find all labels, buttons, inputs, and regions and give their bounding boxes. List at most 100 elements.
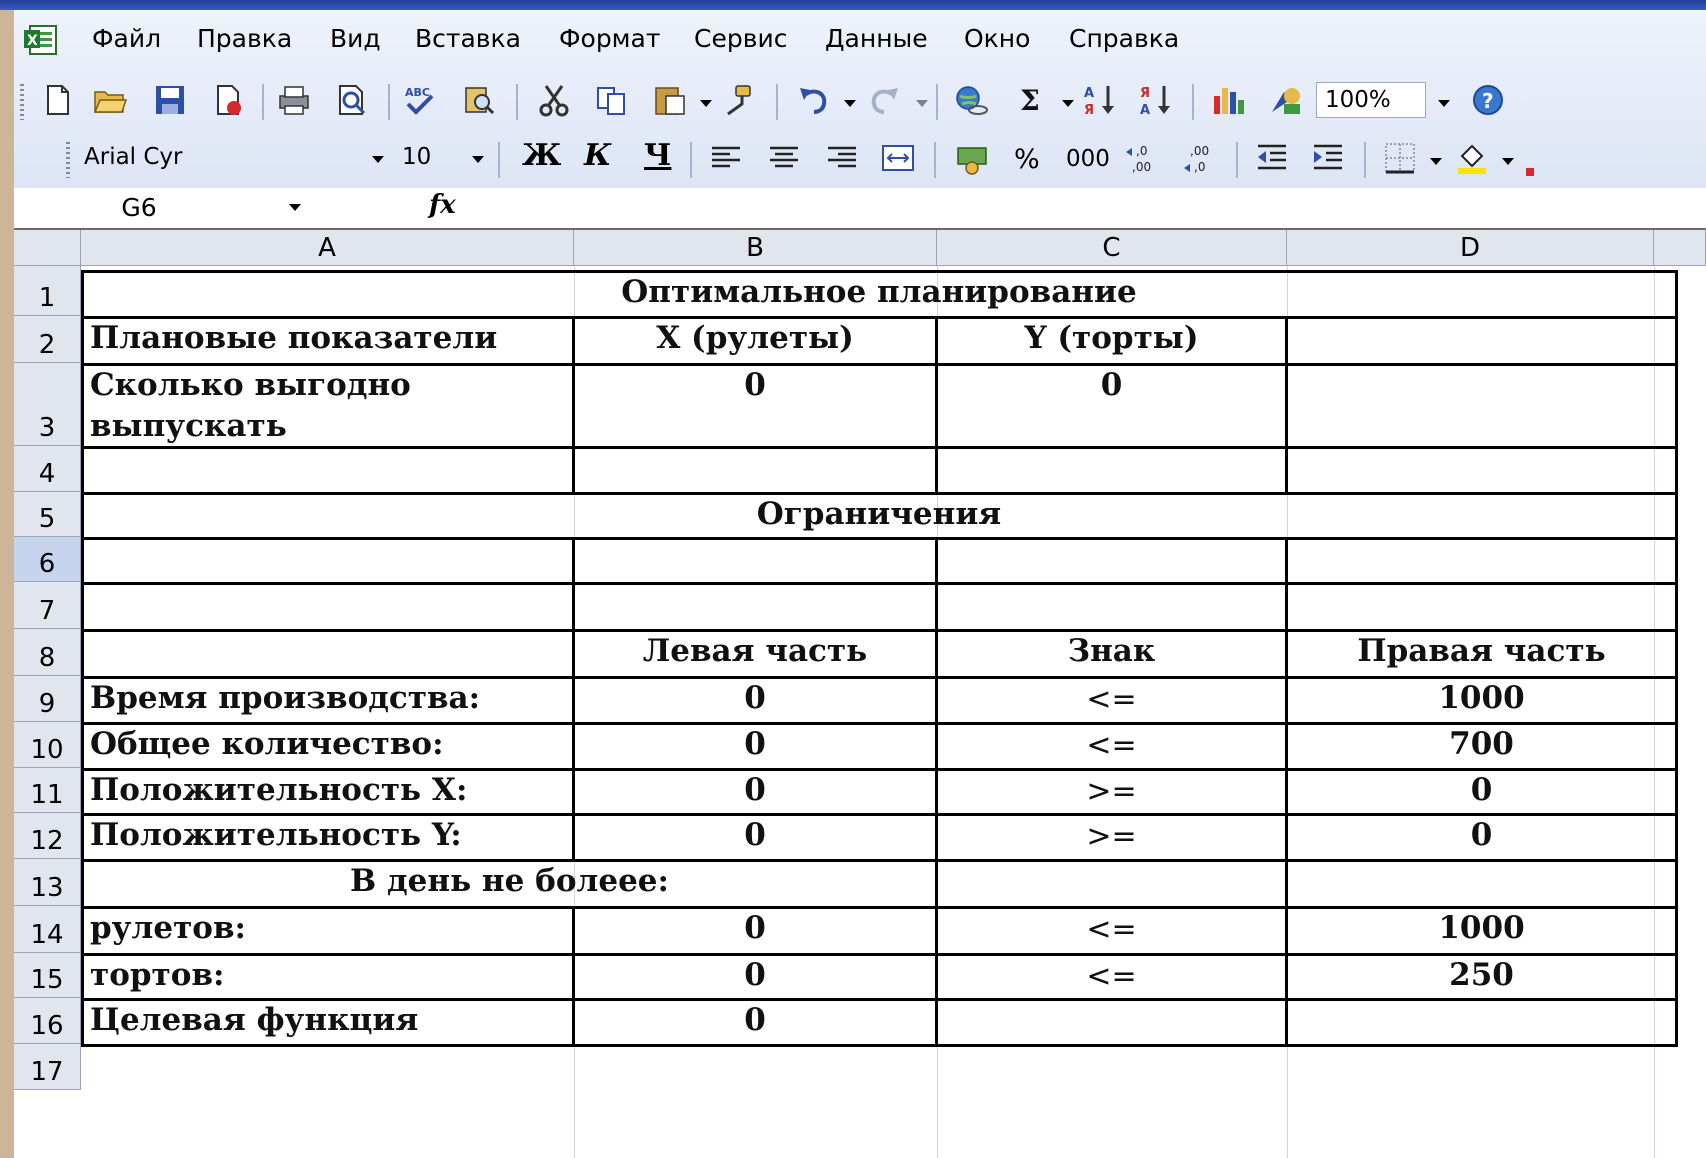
font-name-dropdown-icon[interactable] xyxy=(372,156,384,163)
cell-b2[interactable]: X (рулеты) xyxy=(575,320,935,356)
row-header-11[interactable]: 11 xyxy=(14,768,81,813)
name-box-dropdown-icon[interactable] xyxy=(289,204,301,211)
cell-a14[interactable]: рулетов: xyxy=(90,910,246,946)
cell-a11[interactable]: Положительность X: xyxy=(90,772,467,808)
cell-c3[interactable]: 0 xyxy=(938,367,1285,403)
cell-c8[interactable]: Знак xyxy=(938,633,1285,669)
font-size-dropdown-icon[interactable] xyxy=(472,156,484,163)
cell-c11[interactable]: >= xyxy=(938,774,1285,809)
fill-color-icon[interactable] xyxy=(1454,140,1490,176)
chart-wizard-icon[interactable] xyxy=(1210,82,1246,118)
align-center-icon[interactable] xyxy=(766,140,802,176)
column-header-e[interactable] xyxy=(1654,230,1706,266)
cell-a13[interactable]: В день не болеее: xyxy=(84,863,935,899)
drawing-icon[interactable] xyxy=(1268,82,1304,118)
cell-d10[interactable]: 700 xyxy=(1288,726,1675,762)
font-size-combo[interactable]: 10 xyxy=(394,140,462,176)
toolbar-grip[interactable] xyxy=(66,142,70,178)
row-header-8[interactable]: 8 xyxy=(14,629,81,676)
zoom-combo[interactable]: 100% xyxy=(1316,82,1426,118)
thousands-button[interactable]: 000 xyxy=(1066,146,1110,172)
borders-icon[interactable] xyxy=(1382,140,1418,176)
open-folder-icon[interactable] xyxy=(92,82,128,118)
autosum-dropdown-icon[interactable] xyxy=(1062,100,1074,107)
row-header-17[interactable]: 17 xyxy=(14,1044,81,1090)
column-header-b[interactable]: B xyxy=(574,230,937,266)
column-header-c[interactable]: C xyxy=(937,230,1287,266)
menu-help[interactable]: Справка xyxy=(1069,24,1179,53)
menu-data[interactable]: Данные xyxy=(825,24,928,53)
increase-decimal-icon[interactable]: ,0,00 xyxy=(1124,140,1160,176)
cell-b8[interactable]: Левая часть xyxy=(575,633,935,669)
hyperlink-icon[interactable] xyxy=(954,82,990,118)
cell-c15[interactable]: <= xyxy=(938,959,1285,994)
menu-view[interactable]: Вид xyxy=(330,24,381,53)
print-icon[interactable] xyxy=(276,82,312,118)
row-header-16[interactable]: 16 xyxy=(14,998,81,1044)
cell-c14[interactable]: <= xyxy=(938,912,1285,947)
cell-b14[interactable]: 0 xyxy=(575,910,935,946)
row-header-3[interactable]: 3 xyxy=(14,363,81,446)
toolbar-grip[interactable] xyxy=(20,84,24,120)
row-header-9[interactable]: 9 xyxy=(14,676,81,722)
name-box[interactable]: G6 xyxy=(14,188,264,228)
cell-b9[interactable]: 0 xyxy=(575,680,935,716)
select-all-corner[interactable] xyxy=(14,230,81,266)
menu-window[interactable]: Окно xyxy=(964,24,1030,53)
cell-c10[interactable]: <= xyxy=(938,728,1285,763)
new-document-icon[interactable] xyxy=(40,82,76,118)
cell-c2[interactable]: Y (торты) xyxy=(938,320,1285,356)
menu-insert[interactable]: Вставка xyxy=(415,24,521,53)
cell-a12[interactable]: Положительность Y: xyxy=(90,817,462,853)
underline-button[interactable]: Ч xyxy=(644,138,671,173)
autosum-icon[interactable]: Σ xyxy=(1014,82,1050,118)
save-icon[interactable] xyxy=(152,82,188,118)
formula-input[interactable] xyxy=(476,188,1706,228)
help-icon[interactable]: ? xyxy=(1470,82,1506,118)
row-header-14[interactable]: 14 xyxy=(14,906,81,953)
decrease-indent-icon[interactable] xyxy=(1254,140,1290,176)
column-header-d[interactable]: D xyxy=(1287,230,1654,266)
merge-center-icon[interactable] xyxy=(880,140,916,176)
cell-c12[interactable]: >= xyxy=(938,819,1285,854)
fill-color-dropdown-icon[interactable] xyxy=(1502,158,1514,165)
cell-a10[interactable]: Общее количество: xyxy=(90,726,444,762)
cell-d9[interactable]: 1000 xyxy=(1288,680,1675,716)
row-header-10[interactable]: 10 xyxy=(14,722,81,768)
bold-button[interactable]: Ж xyxy=(522,138,561,173)
menu-file[interactable]: Файл xyxy=(92,24,161,53)
row-header-2[interactable]: 2 xyxy=(14,316,81,363)
cell-a1-title[interactable]: Оптимальное планирование xyxy=(84,274,1674,310)
insert-function-icon[interactable]: fx xyxy=(429,190,456,220)
sort-ascending-icon[interactable]: АЯ xyxy=(1082,82,1118,118)
menu-edit[interactable]: Правка xyxy=(197,24,292,53)
cell-b16[interactable]: 0 xyxy=(575,1002,935,1038)
align-right-icon[interactable] xyxy=(824,140,860,176)
cell-c9[interactable]: <= xyxy=(938,682,1285,717)
currency-icon[interactable] xyxy=(954,140,990,176)
format-painter-icon[interactable] xyxy=(720,82,756,118)
cell-d11[interactable]: 0 xyxy=(1288,772,1675,808)
research-icon[interactable] xyxy=(460,82,496,118)
italic-button[interactable]: К xyxy=(584,138,611,173)
cell-a5-constraints-title[interactable]: Ограничения xyxy=(84,496,1674,532)
percent-button[interactable]: % xyxy=(1014,144,1040,175)
font-color-icon[interactable] xyxy=(1526,168,1534,176)
cell-b12[interactable]: 0 xyxy=(575,817,935,853)
redo-icon[interactable] xyxy=(866,82,902,118)
cell-d12[interactable]: 0 xyxy=(1288,817,1675,853)
cell-d8[interactable]: Правая часть xyxy=(1288,633,1675,669)
cell-a9[interactable]: Время производства: xyxy=(90,680,480,716)
redo-dropdown-icon[interactable] xyxy=(916,100,928,107)
undo-icon[interactable] xyxy=(796,82,832,118)
increase-indent-icon[interactable] xyxy=(1310,140,1346,176)
cell-d14[interactable]: 1000 xyxy=(1288,910,1675,946)
row-header-15[interactable]: 15 xyxy=(14,953,81,998)
print-preview-icon[interactable] xyxy=(334,82,370,118)
row-header-6[interactable]: 6 xyxy=(14,537,81,582)
permission-icon[interactable] xyxy=(210,82,246,118)
paste-icon[interactable] xyxy=(652,82,688,118)
zoom-dropdown-icon[interactable] xyxy=(1438,100,1450,107)
cell-b10[interactable]: 0 xyxy=(575,726,935,762)
row-header-7[interactable]: 7 xyxy=(14,582,81,629)
